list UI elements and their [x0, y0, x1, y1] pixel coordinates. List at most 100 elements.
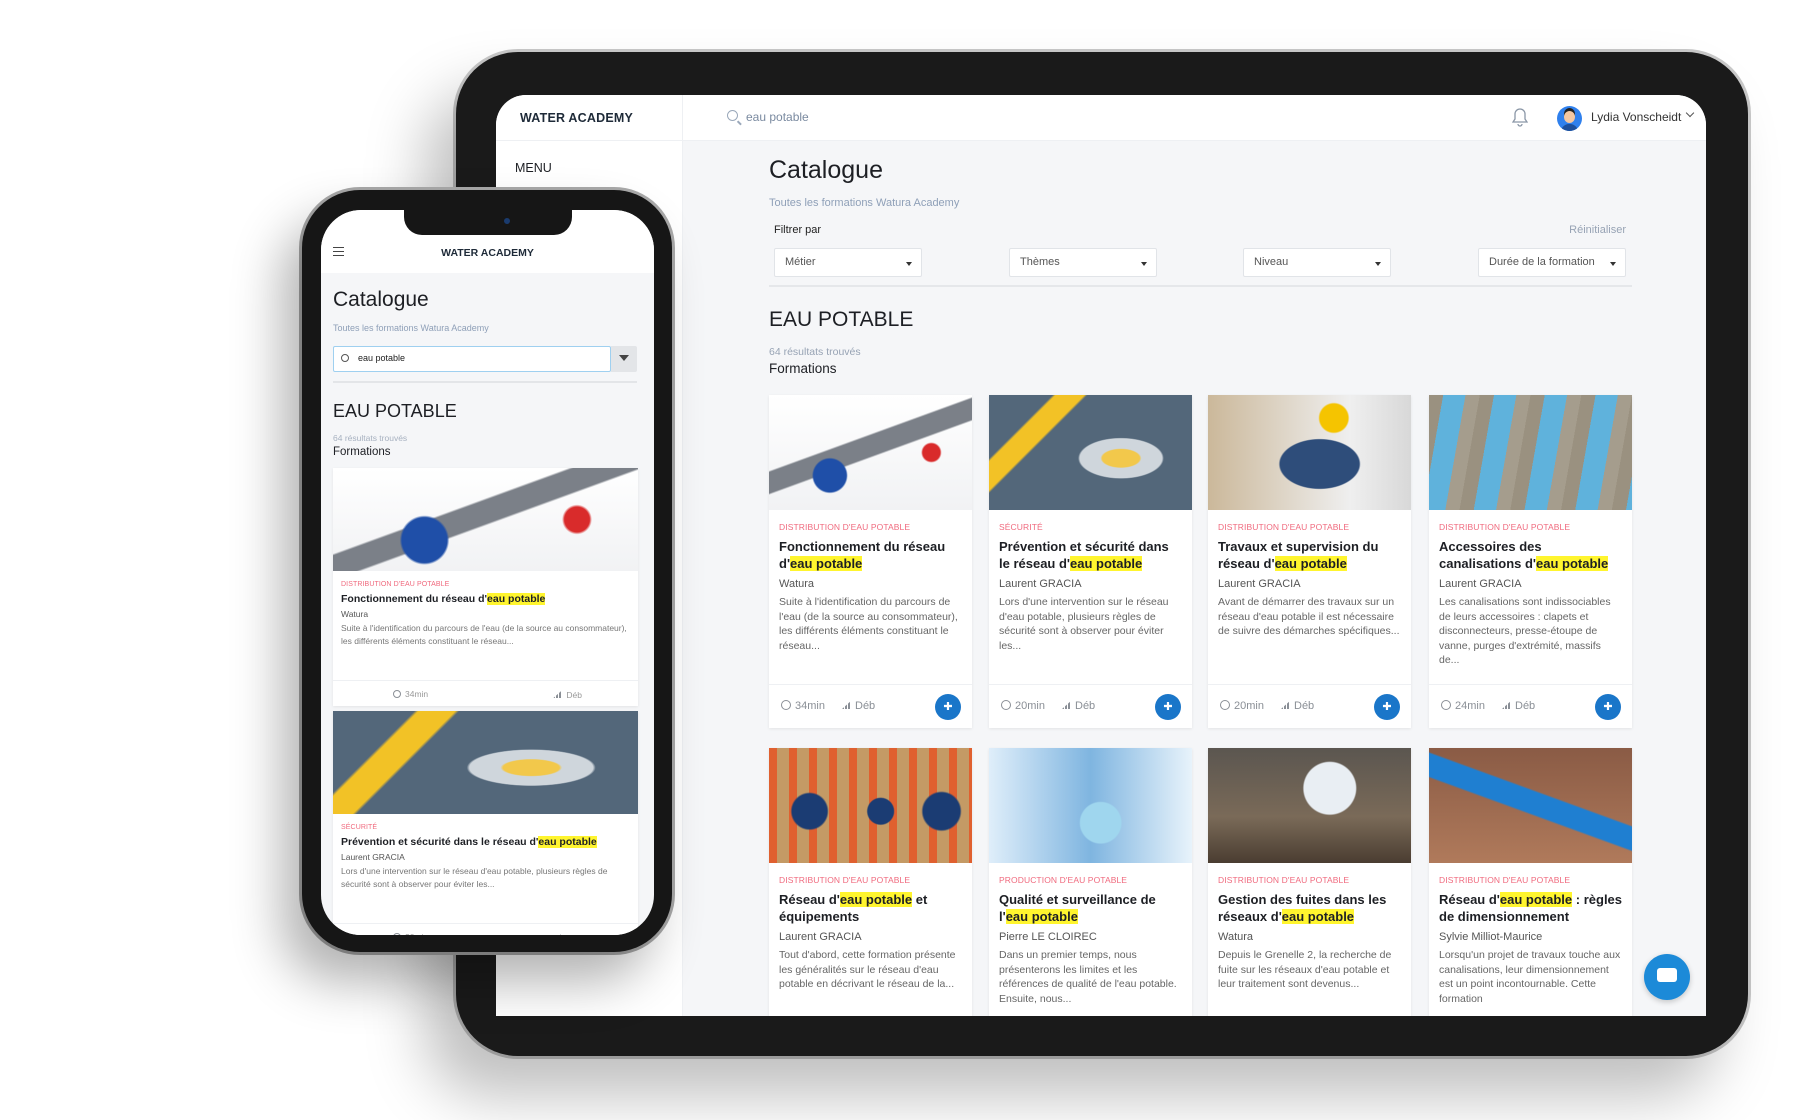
course-card[interactable]: Distribution d'eau potable Fonctionnemen…: [333, 468, 638, 706]
clock-icon: [781, 700, 791, 710]
page-subtitle: Toutes les formations Watura Academy: [333, 323, 489, 333]
course-description: Lors d'une intervention sur le réseau d'…: [341, 866, 608, 889]
course-title[interactable]: Fonctionnement du réseau d'eau potable: [779, 538, 962, 572]
course-description: Avant de démarrer des travaux sur un rés…: [1218, 596, 1400, 637]
enroll-button[interactable]: ✚: [1595, 694, 1621, 720]
course-image: [1208, 748, 1411, 863]
course-category: Distribution d'eau potable: [1439, 522, 1571, 532]
clock-icon: [1220, 700, 1230, 710]
course-card[interactable]: Distribution d'eau potable Accessoires d…: [1429, 395, 1632, 728]
card-footer: 24min Déb ✚: [1429, 684, 1632, 728]
course-title[interactable]: Réseau d'eau potable et équipements: [779, 891, 962, 925]
course-title[interactable]: Fonctionnement du réseau d'eau potable: [341, 592, 630, 606]
user-plus-icon: ✚: [943, 701, 953, 713]
title-text: Réseau d': [779, 892, 840, 907]
results-count: 64 résultats trouvés: [333, 433, 408, 443]
duration: 34min: [393, 689, 428, 699]
filter-themes-dropdown[interactable]: Thèmes: [1009, 248, 1157, 277]
course-description: Lors d'une intervention sur le réseau d'…: [999, 596, 1169, 652]
phone-notch: [404, 210, 572, 235]
course-author: Sylvie Milliot-Maurice: [1439, 931, 1543, 943]
course-card[interactable]: Sécurité Prévention et sécurité dans le …: [333, 711, 638, 935]
card-footer: 20min Déb ✚: [1208, 684, 1411, 728]
user-plus-icon: ✚: [1163, 701, 1173, 713]
enroll-button[interactable]: ✚: [1374, 694, 1400, 720]
title-text: Accessoires des canalisations d': [1439, 539, 1542, 571]
bell-icon[interactable]: [1512, 107, 1528, 127]
course-description: Dans un premier temps, nous présenterons…: [999, 949, 1177, 1005]
course-card[interactable]: Production d'eau potable Qualité et surv…: [989, 748, 1192, 1016]
course-image: [769, 395, 972, 510]
course-image: [1429, 395, 1632, 510]
course-category: Distribution d'eau potable: [1218, 522, 1350, 532]
duration-value: 20min: [1234, 700, 1264, 712]
clock-icon: [1441, 700, 1451, 710]
app-logo[interactable]: WATER ACADEMY: [520, 111, 633, 125]
search-value: eau potable: [358, 353, 406, 363]
user-name[interactable]: Lydia Vonscheidt: [1591, 110, 1681, 124]
page-subtitle: Toutes les formations Watura Academy: [769, 197, 960, 209]
page-title: Catalogue: [333, 288, 429, 311]
dropdown-label: Durée de la formation: [1489, 256, 1595, 268]
chevron-down-icon[interactable]: [1685, 108, 1695, 118]
menu-label: MENU: [515, 161, 552, 175]
level-value: Déb: [1075, 700, 1096, 712]
level: Déb: [1281, 700, 1314, 712]
course-title[interactable]: Réseau d'eau potable : règles de dimensi…: [1439, 891, 1622, 925]
search-input[interactable]: eau potable: [746, 110, 809, 124]
phone-screen: WATER ACADEMY Catalogue Toutes les forma…: [321, 210, 654, 935]
clock-icon: [1001, 700, 1011, 710]
section-title: EAU POTABLE: [333, 401, 457, 421]
course-card[interactable]: Distribution d'eau potable Travaux et su…: [1208, 395, 1411, 728]
filter-duree-dropdown[interactable]: Durée de la formation: [1478, 248, 1626, 277]
course-description: Suite à l'identification du parcours de …: [779, 596, 958, 652]
enroll-button[interactable]: ✚: [935, 694, 961, 720]
filter-metier-dropdown[interactable]: Métier: [774, 248, 922, 277]
course-image: [333, 711, 638, 814]
course-card[interactable]: Distribution d'eau potable Réseau d'eau …: [769, 748, 972, 1016]
course-author: Pierre LE CLOIREC: [999, 931, 1097, 943]
search-highlight: eau potable: [1536, 556, 1609, 571]
course-author: Laurent GRACIA: [341, 852, 405, 862]
app-logo[interactable]: WATER ACADEMY: [321, 247, 654, 259]
course-image: [1208, 395, 1411, 510]
reset-filters-link[interactable]: Réinitialiser: [1569, 224, 1626, 236]
course-image: [333, 468, 638, 571]
course-image: [1429, 748, 1632, 863]
page-title: Catalogue: [769, 156, 883, 184]
course-title[interactable]: Prévention et sécurité dans le réseau d'…: [341, 835, 630, 849]
chat-bubble-icon[interactable]: [1644, 954, 1690, 1000]
course-card[interactable]: Distribution d'eau potable Réseau d'eau …: [1429, 748, 1632, 1016]
search-highlight: eau potable: [487, 593, 546, 605]
level-value: Déb: [1294, 700, 1315, 712]
dropdown-label: Thèmes: [1020, 256, 1060, 268]
divider: [333, 381, 637, 383]
course-title[interactable]: Gestion des fuites dans les réseaux d'ea…: [1218, 891, 1401, 925]
course-card[interactable]: Sécurité Prévention et sécurité dans le …: [989, 395, 1192, 728]
search-input[interactable]: eau potable: [333, 346, 611, 372]
search-icon: [727, 110, 738, 121]
duration: 20min: [393, 932, 428, 935]
tablet-screen: WATER ACADEMY eau potable Lydia Vonschei…: [496, 95, 1706, 1016]
course-card[interactable]: Distribution d'eau potable Gestion des f…: [1208, 748, 1411, 1016]
avatar[interactable]: [1557, 106, 1582, 131]
course-title[interactable]: Qualité et surveillance de l'eau potable: [999, 891, 1182, 925]
filter-niveau-dropdown[interactable]: Niveau: [1243, 248, 1391, 277]
course-title[interactable]: Travaux et supervision du réseau d'eau p…: [1218, 538, 1401, 572]
logo-area: WATER ACADEMY: [496, 95, 683, 141]
caret-down-icon: [1141, 262, 1147, 266]
course-author: Laurent GRACIA: [1439, 578, 1522, 590]
level: Déb: [1062, 700, 1095, 712]
duration: 34min: [781, 700, 825, 712]
search-highlight: eau potable: [538, 836, 597, 848]
duration-value: 20min: [405, 932, 428, 935]
course-title[interactable]: Accessoires des canalisations d'eau pota…: [1439, 538, 1622, 572]
course-author: Watura: [1218, 931, 1254, 943]
course-title[interactable]: Prévention et sécurité dans le réseau d'…: [999, 538, 1182, 572]
group-label: Formations: [333, 446, 391, 458]
funnel-icon[interactable]: [611, 346, 637, 372]
enroll-button[interactable]: ✚: [1155, 694, 1181, 720]
caret-down-icon: [906, 262, 912, 266]
course-card[interactable]: Distribution d'eau potable Fonctionnemen…: [769, 395, 972, 728]
course-category: Production d'eau potable: [999, 875, 1128, 885]
